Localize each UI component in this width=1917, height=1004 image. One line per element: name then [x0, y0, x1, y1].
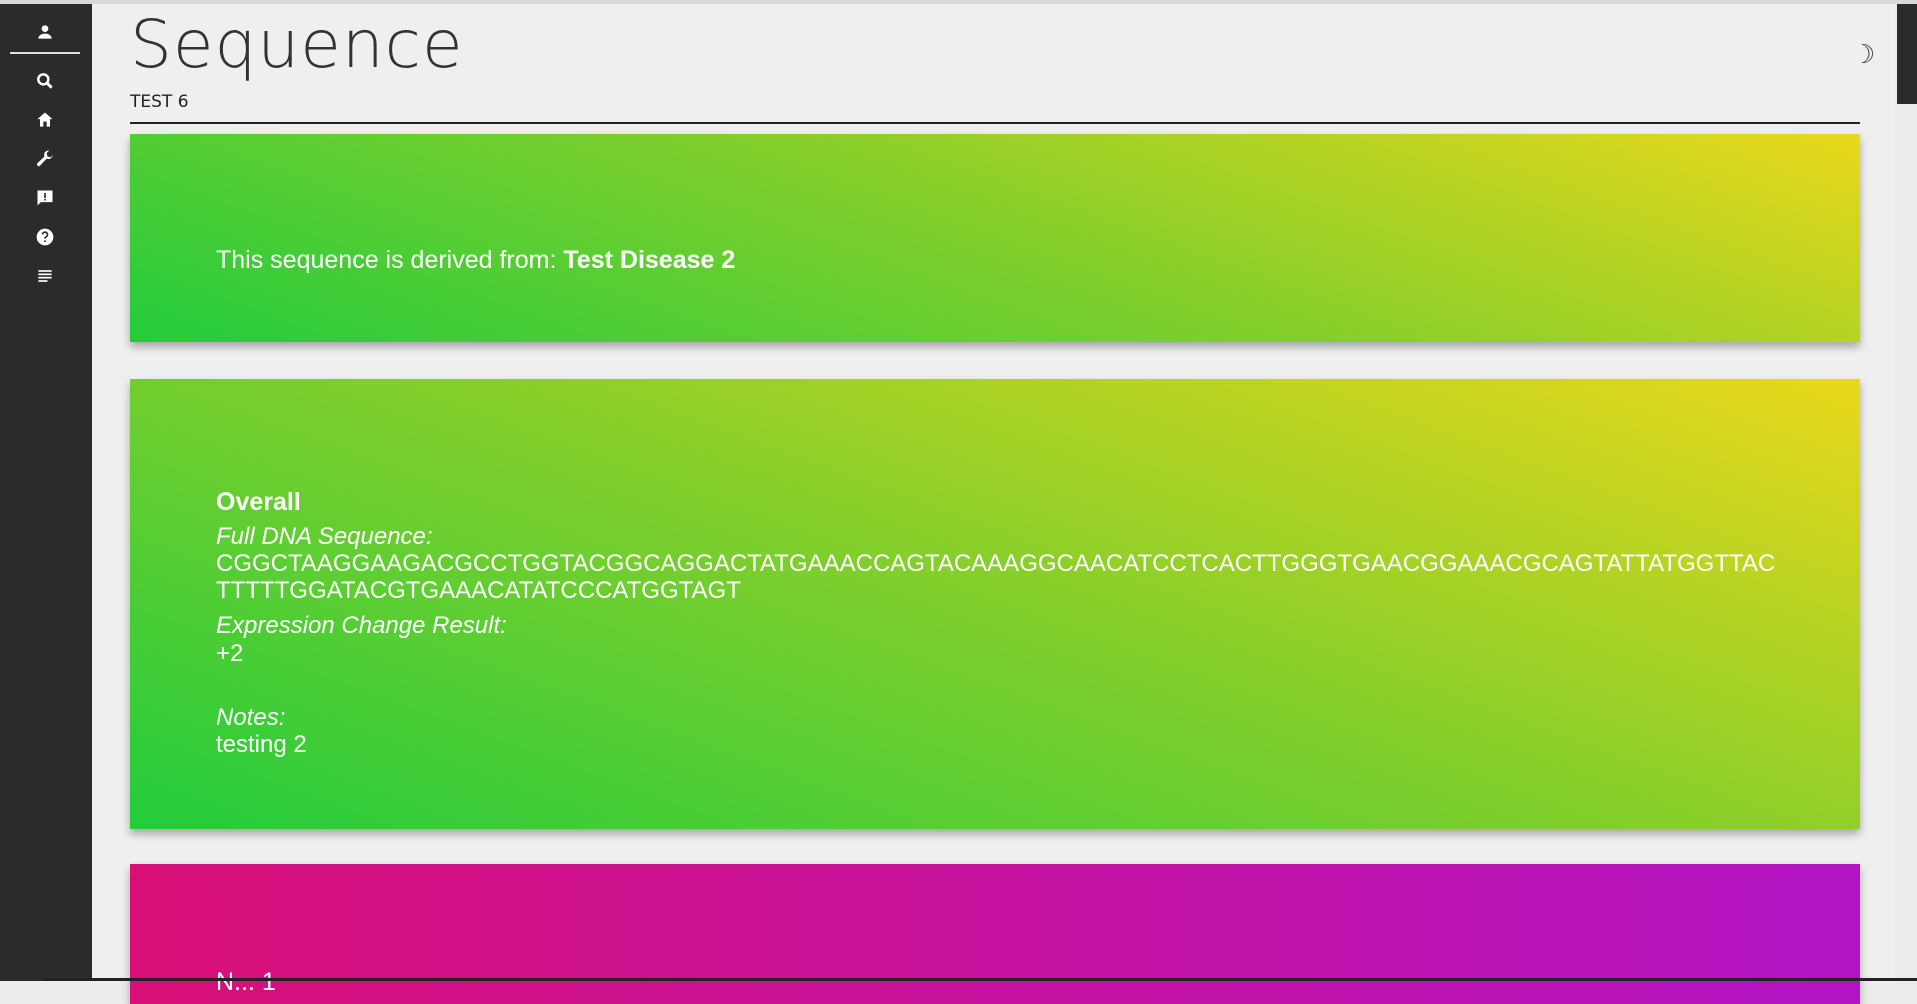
- dna-sequence-value: CGGCTAAGGAAGACGCCTGGTACGGCAGGACTATGAAACC…: [216, 550, 1776, 604]
- home-icon: [37, 112, 53, 127]
- search-icon: [37, 73, 53, 89]
- overall-title: Overall: [216, 488, 301, 516]
- dna-sequence-label: Full DNA Sequence:: [216, 523, 433, 550]
- overall-card: Overall Full DNA Sequence: CGGCTAAGGAAGA…: [130, 379, 1860, 829]
- help-icon: [36, 228, 54, 246]
- expression-change-label: Expression Change Result:: [216, 612, 507, 639]
- sidebar-item-search[interactable]: [0, 65, 90, 97]
- sidebar-item-tools[interactable]: [0, 143, 90, 175]
- notes-value: testing 2: [216, 731, 307, 758]
- main-content: Sequence TEST 6 ☽ This sequence is deriv…: [92, 4, 1895, 1004]
- next-sequence-card: N... 1: [130, 864, 1860, 1004]
- list-icon: [38, 270, 52, 282]
- header-divider: [130, 122, 1860, 124]
- wrench-icon: [36, 150, 53, 167]
- expression-change-value: +2: [216, 640, 244, 667]
- sidebar-divider: [10, 52, 80, 54]
- scrollbar-thumb[interactable]: [1897, 4, 1917, 104]
- sidebar-item-help[interactable]: [0, 221, 90, 253]
- sidebar-item-home[interactable]: [0, 104, 90, 136]
- next-card-title: N... 1: [216, 968, 276, 996]
- person-icon: [38, 25, 52, 39]
- derived-from-label: This sequence is derived from:: [216, 246, 564, 274]
- sidebar: [0, 4, 92, 981]
- theme-toggle-moon-icon[interactable]: ☽: [1852, 40, 1875, 70]
- derived-from-text: This sequence is derived from: Test Dise…: [216, 246, 735, 275]
- sidebar-item-feedback[interactable]: [0, 182, 90, 214]
- sidebar-item-list[interactable]: [0, 260, 90, 292]
- disease-name: Test Disease 2: [563, 246, 736, 274]
- page-title: Sequence: [130, 6, 464, 83]
- feedback-icon: [37, 190, 53, 206]
- notes-label: Notes:: [216, 704, 286, 731]
- sidebar-item-account[interactable]: [0, 16, 90, 48]
- page-subtitle: TEST 6: [130, 92, 189, 112]
- derived-from-card: This sequence is derived from: Test Dise…: [130, 134, 1860, 342]
